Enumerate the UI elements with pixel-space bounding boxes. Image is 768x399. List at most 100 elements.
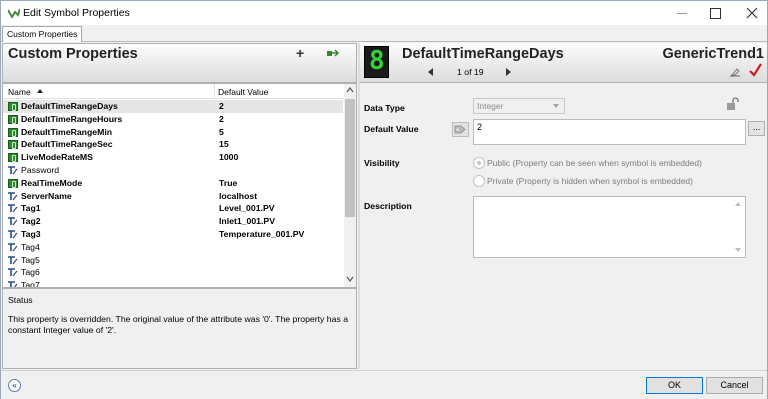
visibility-label: Visibility	[364, 158, 400, 168]
property-title: DefaultTimeRangeDays	[402, 46, 564, 62]
property-icon	[8, 255, 18, 265]
default-value-input[interactable]: 2	[473, 119, 746, 145]
property-icon	[8, 166, 18, 175]
property-list: Name Default Value DefaultTimeRangeDays 2…	[2, 83, 357, 288]
ok-button[interactable]: OK	[646, 377, 703, 394]
property-row[interactable]: DefaultTimeRangeDays 2	[3, 100, 343, 113]
property-row[interactable]: DefaultTimeRangeSec 15	[3, 138, 343, 151]
property-rows: DefaultTimeRangeDays 2 DefaultTimeRangeHou…	[3, 100, 343, 287]
property-row[interactable]: Tag2 Inlet1_001.PV	[3, 215, 343, 228]
custom-properties-header: Custom Properties +	[2, 43, 357, 83]
cancel-button[interactable]: Cancel	[706, 377, 763, 394]
data-type-label: Data Type	[364, 103, 405, 113]
green-override-icon	[8, 114, 18, 124]
property-row[interactable]: Tag7	[3, 279, 343, 287]
green-override-icon	[8, 178, 18, 188]
eraser-icon[interactable]	[729, 67, 741, 77]
property-row-name: Tag3	[21, 228, 41, 239]
next-property-button[interactable]	[506, 68, 511, 76]
property-row-name: DefaultTimeRangeSec	[21, 139, 113, 150]
property-row[interactable]: DefaultTimeRangeMin 5	[3, 126, 343, 139]
close-button[interactable]	[736, 1, 768, 25]
property-row-name: DefaultTimeRangeHours	[21, 113, 123, 124]
symbol-name: GenericTrend1	[662, 46, 764, 62]
edit-symbol-properties-window: Edit Symbol Properties Custom Properties…	[0, 0, 768, 399]
status-panel: Status This property is overridden. The …	[2, 288, 357, 369]
scroll-up-icon[interactable]	[735, 202, 741, 206]
property-row[interactable]: DefaultTimeRangeHours 2	[3, 113, 343, 126]
property-row-value: Level_001.PV	[219, 203, 275, 214]
list-scrollbar[interactable]	[344, 84, 356, 287]
green-override-icon	[8, 153, 18, 163]
previous-property-button[interactable]	[428, 68, 433, 76]
column-divider[interactable]	[214, 84, 215, 99]
property-row[interactable]: Tag4	[3, 241, 343, 254]
scroll-up-icon[interactable]	[346, 87, 354, 93]
title-bar: Edit Symbol Properties	[1, 1, 767, 25]
seven-segment-symbol-icon: 8	[364, 46, 389, 78]
property-row-name: RealTimeMode	[21, 177, 83, 188]
property-row[interactable]: Tag6	[3, 266, 343, 279]
property-row-name: Password	[21, 164, 60, 175]
tab-custom-properties[interactable]: Custom Properties	[2, 26, 83, 42]
column-header-name[interactable]: Name	[8, 87, 31, 97]
visibility-public-radio[interactable]	[473, 157, 485, 169]
custom-properties-title: Custom Properties	[8, 46, 138, 62]
green-override-icon	[8, 102, 18, 111]
property-row-name: LiveModeRateMS	[21, 152, 93, 163]
window-title: Edit Symbol Properties	[23, 7, 130, 19]
property-row-name: ServerName	[21, 190, 72, 201]
default-value-browse-button[interactable]: ...	[748, 121, 765, 136]
property-icon	[8, 268, 18, 277]
property-detail-form: Data Type Integer Default Value 2 ... Vi…	[360, 84, 767, 369]
property-row-value: 15	[219, 139, 229, 150]
list-header: Name Default Value	[3, 84, 343, 99]
property-icon	[8, 217, 18, 226]
property-row-name: Tag7	[21, 280, 40, 287]
status-text: This property is overridden. The origina…	[8, 314, 349, 335]
visibility-public-label[interactable]: Public (Property can be seen when symbol…	[487, 158, 702, 168]
property-row-name: DefaultTimeRangeDays	[21, 101, 118, 111]
property-row-name: Tag2	[21, 216, 41, 227]
property-row-value: localhost	[219, 190, 258, 201]
description-textarea[interactable]	[473, 196, 746, 258]
scrollbar-thumb[interactable]	[345, 99, 355, 217]
data-type-select: Integer	[473, 98, 565, 114]
checkmark-icon[interactable]	[749, 63, 762, 77]
unlock-icon[interactable]	[726, 97, 740, 111]
status-label: Status	[8, 295, 33, 305]
property-icon	[8, 230, 18, 239]
property-row[interactable]: LiveModeRateMS 1000	[3, 151, 343, 164]
scroll-down-icon[interactable]	[735, 248, 741, 252]
property-row[interactable]: Tag1 Level_001.PV	[3, 202, 343, 215]
property-row[interactable]: Tag3 Temperature_001.PV	[3, 228, 343, 241]
property-row-value: Inlet1_001.PV	[219, 216, 276, 227]
app-logo-icon	[8, 8, 20, 18]
visibility-private-label[interactable]: Private (Property is hidden when symbol …	[487, 176, 693, 186]
link-property-icon[interactable]	[327, 48, 339, 58]
property-row[interactable]: Password	[3, 164, 343, 177]
property-row-name: Tag4	[21, 241, 40, 252]
scroll-down-icon[interactable]	[346, 276, 354, 282]
property-row-name: Tag1	[21, 203, 41, 214]
close-icon	[746, 7, 758, 19]
property-row[interactable]: RealTimeMode True	[3, 177, 343, 190]
column-header-default-value[interactable]: Default Value	[218, 87, 268, 97]
visibility-private-radio[interactable]	[473, 175, 485, 187]
property-row-value: 5	[219, 126, 224, 137]
tab-strip: Custom Properties	[1, 25, 767, 42]
collapse-panel-button[interactable]: «	[8, 379, 21, 392]
property-row-value: 1000	[219, 152, 239, 163]
green-override-icon	[8, 127, 18, 137]
description-label: Description	[364, 201, 412, 211]
property-row-name: DefaultTimeRangeMin	[21, 126, 113, 137]
symbol-icon-digit: 8	[369, 46, 385, 76]
property-row-value: 2	[219, 101, 224, 111]
chevron-down-icon	[553, 104, 559, 108]
property-row[interactable]: Tag5	[3, 254, 343, 267]
add-property-button[interactable]: +	[296, 45, 304, 61]
property-icon	[8, 242, 18, 252]
tag-browse-icon[interactable]	[452, 122, 469, 137]
property-row[interactable]: ServerName localhost	[3, 190, 343, 203]
dialog-footer: « OK Cancel	[1, 370, 767, 399]
